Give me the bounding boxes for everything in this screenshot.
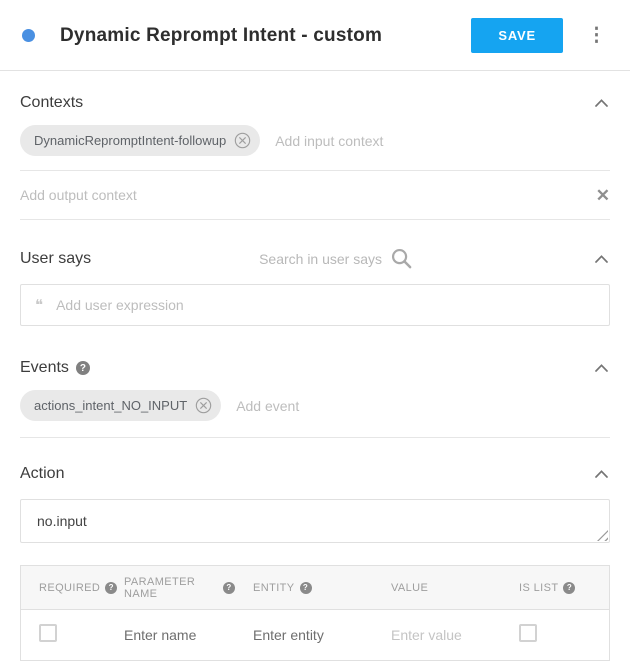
- input-context-chip: DynamicRepromptIntent-followup: [20, 125, 260, 156]
- user-says-section-header: User says Search in user says: [20, 247, 610, 270]
- add-input-context-field[interactable]: Add input context: [275, 133, 383, 149]
- required-checkbox[interactable]: [39, 624, 57, 642]
- user-says-title: User says: [20, 250, 91, 268]
- parameters-table-header: REQUIRED ? PARAMETER NAME ? ENTITY ? VAL…: [21, 566, 609, 610]
- resize-handle[interactable]: [597, 530, 608, 541]
- event-chip-label: actions_intent_NO_INPUT: [34, 398, 187, 413]
- column-header-required: REQUIRED ?: [21, 582, 106, 594]
- events-row: actions_intent_NO_INPUT Add event: [20, 390, 610, 421]
- parameters-table: REQUIRED ? PARAMETER NAME ? ENTITY ? VAL…: [20, 565, 610, 661]
- intent-header: Dynamic Reprompt Intent - custom SAVE ⋮: [0, 0, 630, 70]
- parameter-row: Enter name Enter entity Enter value: [21, 610, 609, 660]
- contexts-section-header: Contexts: [20, 94, 610, 112]
- intent-editor: Dynamic Reprompt Intent - custom SAVE ⋮ …: [0, 0, 630, 661]
- clear-contexts-icon[interactable]: ✕: [596, 187, 610, 204]
- column-header-parameter-name: PARAMETER NAME ?: [106, 576, 235, 600]
- action-name-value: no.input: [37, 513, 87, 529]
- events-collapse-chevron-icon[interactable]: [593, 362, 610, 374]
- action-title: Action: [20, 465, 64, 483]
- column-header-entity: ENTITY ?: [235, 582, 373, 594]
- action-section-header: Action: [20, 465, 610, 483]
- parameter-name-help-icon[interactable]: ?: [223, 582, 235, 594]
- add-user-expression-field[interactable]: ❝ Add user expression: [20, 284, 610, 326]
- add-output-context-field[interactable]: Add output context: [20, 187, 137, 203]
- user-expression-placeholder: Add user expression: [56, 297, 184, 313]
- save-button[interactable]: SAVE: [471, 18, 563, 53]
- contexts-bottom-divider: [20, 219, 610, 220]
- column-header-is-list: IS LIST ?: [501, 582, 609, 594]
- remove-event-icon[interactable]: [195, 397, 212, 414]
- user-says-search[interactable]: Search in user says: [259, 247, 413, 270]
- events-title: Events: [20, 359, 69, 377]
- action-collapse-chevron-icon[interactable]: [593, 468, 610, 480]
- add-event-field[interactable]: Add event: [236, 398, 299, 414]
- input-context-chip-label: DynamicRepromptIntent-followup: [34, 133, 226, 148]
- parameter-value-field[interactable]: Enter value: [373, 627, 501, 643]
- intent-dot: [22, 29, 35, 42]
- is-list-help-icon[interactable]: ?: [563, 582, 575, 594]
- header-divider: [0, 70, 630, 71]
- events-bottom-divider: [20, 437, 610, 438]
- user-says-collapse-chevron-icon[interactable]: [593, 253, 610, 265]
- parameter-name-field[interactable]: Enter name: [106, 627, 235, 643]
- intent-title[interactable]: Dynamic Reprompt Intent - custom: [60, 25, 471, 47]
- column-header-value: VALUE: [373, 582, 501, 594]
- entity-help-icon[interactable]: ?: [300, 582, 312, 594]
- event-chip: actions_intent_NO_INPUT: [20, 390, 221, 421]
- events-section-header: Events ?: [20, 359, 610, 377]
- kebab-menu-icon[interactable]: ⋮: [583, 24, 610, 47]
- events-help-icon[interactable]: ?: [76, 361, 90, 375]
- quote-icon: ❝: [35, 296, 43, 314]
- is-list-checkbox[interactable]: [519, 624, 537, 642]
- contexts-collapse-chevron-icon[interactable]: [593, 97, 610, 109]
- action-name-field[interactable]: no.input: [20, 499, 610, 543]
- remove-input-context-icon[interactable]: [234, 132, 251, 149]
- search-placeholder[interactable]: Search in user says: [259, 251, 382, 267]
- parameter-entity-field[interactable]: Enter entity: [235, 627, 373, 643]
- search-icon[interactable]: [390, 247, 413, 270]
- contexts-title: Contexts: [20, 94, 83, 112]
- output-context-row: Add output context ✕: [20, 171, 610, 219]
- input-context-row: DynamicRepromptIntent-followup Add input…: [20, 125, 610, 156]
